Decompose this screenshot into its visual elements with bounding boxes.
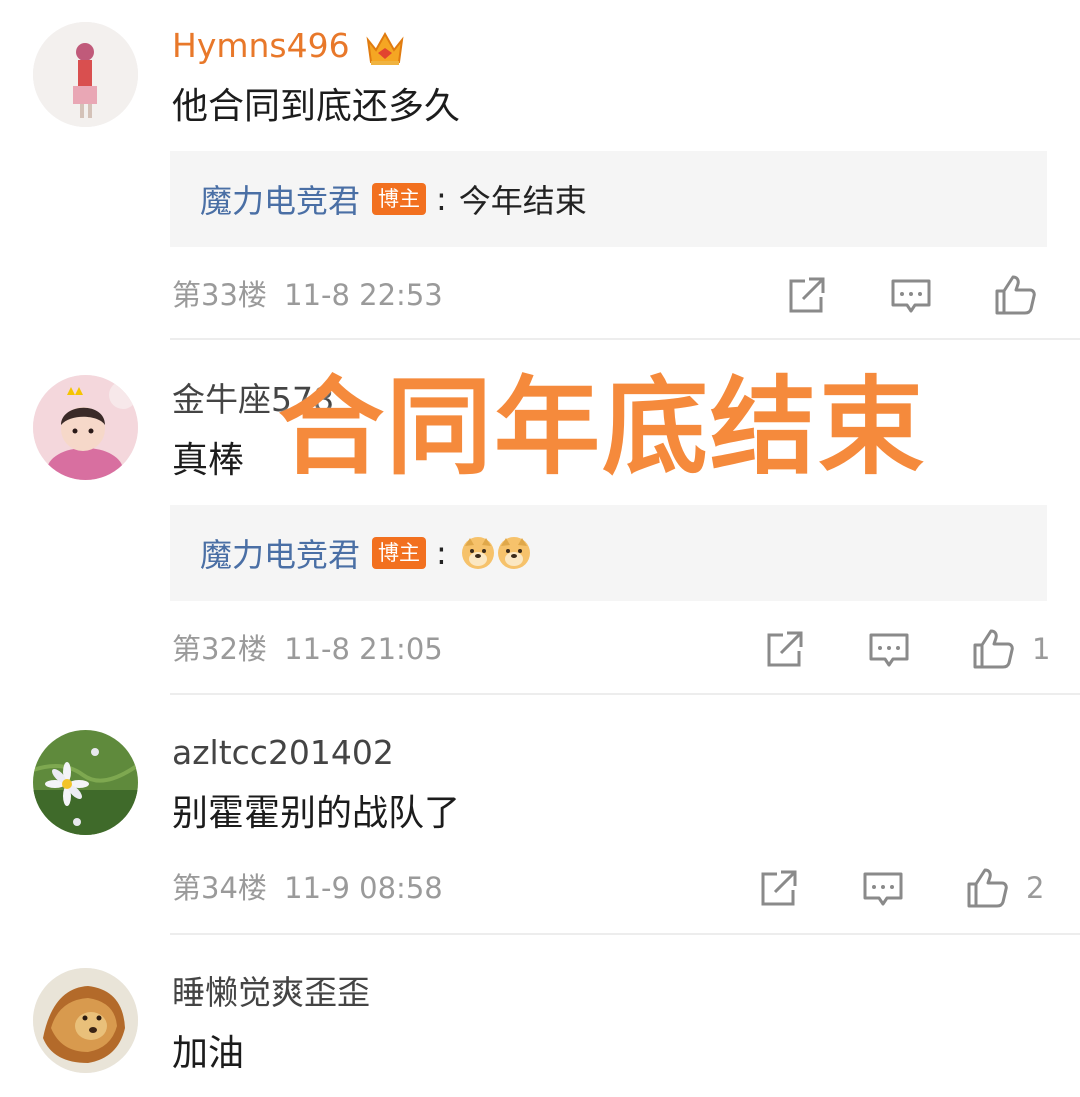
reply-author[interactable]: 魔力电竞君	[200, 176, 360, 222]
comment-text: 别霍霍别的战队了	[172, 793, 461, 834]
reply-author[interactable]: 魔力电竞君	[200, 530, 360, 576]
reply-content: 魔力电竞君 博主 :	[200, 505, 531, 601]
doge-emoji	[497, 537, 530, 569]
comment-meta: 第33楼 11-8 22:53	[172, 277, 443, 313]
comment-icon[interactable]	[889, 273, 933, 317]
timestamp: 11-9 08:58	[284, 871, 443, 905]
crown-icon	[366, 31, 404, 65]
reply-box[interactable]: 魔力电竞君 博主 : 今年结束	[170, 151, 1047, 247]
reply-box[interactable]: 魔力电竞君 博主 :	[170, 505, 1047, 601]
username[interactable]: azltcc201402	[172, 733, 394, 773]
comment-text: 加油	[172, 1033, 245, 1074]
comment-icon[interactable]	[861, 866, 905, 910]
thumbs-up-icon[interactable]	[993, 273, 1037, 317]
thumbs-up-icon[interactable]	[971, 627, 1015, 671]
reply-colon: :	[436, 180, 447, 218]
doge-emoji	[461, 537, 494, 569]
like-count: 2	[1026, 871, 1045, 905]
reply-content: 魔力电竞君 博主 : 今年结束	[200, 151, 587, 247]
comment-meta: 第32楼 11-8 21:05	[172, 631, 443, 667]
share-icon[interactable]	[757, 866, 801, 910]
username[interactable]: Hymns496	[172, 26, 406, 68]
avatar[interactable]	[33, 730, 138, 835]
avatar[interactable]	[33, 22, 138, 127]
overlay-caption: 合同年底结束	[278, 366, 926, 489]
comment-text: 真棒	[172, 440, 245, 481]
timestamp: 11-8 22:53	[284, 278, 443, 312]
floor-number: 第32楼	[172, 632, 267, 666]
comment-icon[interactable]	[867, 627, 911, 671]
comment-item: azltcc201402 别霍霍别的战队了 第34楼 11-9 08:58 2	[0, 695, 1080, 935]
share-icon[interactable]	[763, 627, 807, 671]
floor-number: 第34楼	[172, 871, 267, 905]
author-badge: 博主	[372, 537, 427, 569]
like-count: 1	[1032, 632, 1051, 666]
timestamp: 11-8 21:05	[284, 632, 443, 666]
thumbs-up-icon[interactable]	[965, 866, 1009, 910]
comment-item: 睡懒觉爽歪歪 加油	[0, 935, 1080, 1097]
reply-text: 今年结束	[458, 182, 587, 220]
avatar[interactable]	[33, 375, 138, 480]
floor-number: 第33楼	[172, 278, 267, 312]
comment-text: 他合同到底还多久	[172, 86, 461, 127]
share-icon[interactable]	[785, 273, 829, 317]
avatar[interactable]	[33, 968, 138, 1073]
reply-colon: :	[436, 534, 447, 572]
username[interactable]: 睡懒觉爽歪歪	[172, 973, 370, 1013]
author-badge: 博主	[372, 183, 427, 215]
comment-meta: 第34楼 11-9 08:58	[172, 870, 443, 906]
comment-item: Hymns496 他合同到底还多久 魔力电竞君 博主 : 今年结束 第33楼 1…	[0, 0, 1080, 340]
